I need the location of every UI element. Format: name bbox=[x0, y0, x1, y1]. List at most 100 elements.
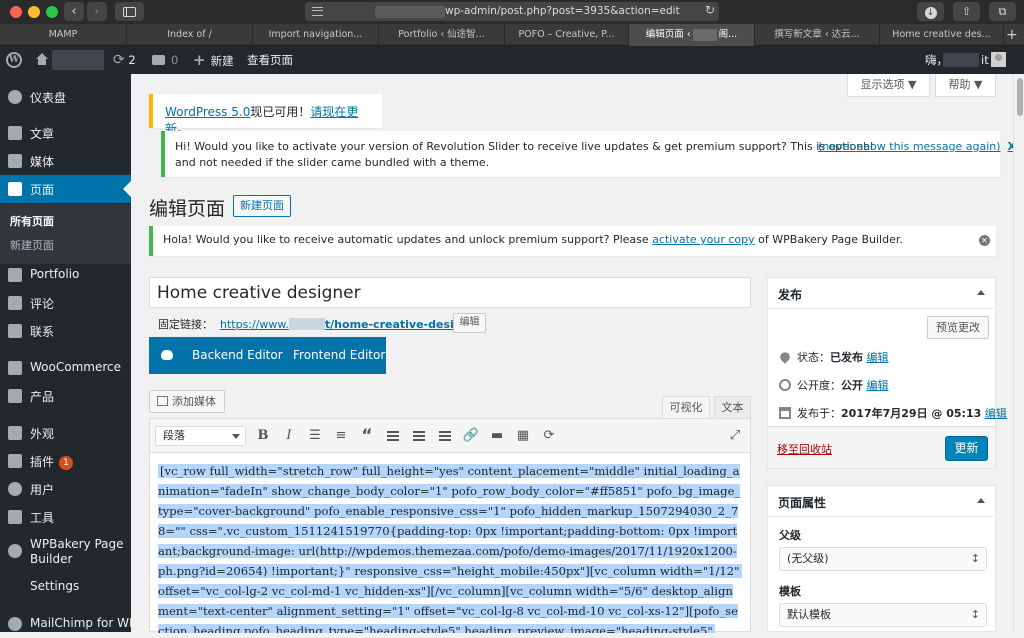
home-icon[interactable] bbox=[36, 53, 48, 66]
bold-icon[interactable]: B bbox=[254, 427, 272, 445]
preview-changes-button[interactable]: 预览更改 bbox=[927, 316, 989, 339]
menu-settings[interactable]: Settings bbox=[0, 573, 131, 601]
browser-tab[interactable]: Index of / bbox=[127, 24, 253, 46]
browser-tab[interactable]: MAMP bbox=[0, 24, 127, 46]
user-icon bbox=[8, 482, 22, 496]
post-title-input[interactable]: Home creative designer bbox=[149, 277, 751, 308]
browser-tab[interactable]: Home creative des... bbox=[880, 24, 1004, 46]
tab-text[interactable]: 文本 bbox=[714, 396, 751, 418]
tabs-icon: ⧉ bbox=[998, 5, 1007, 18]
downloads-button[interactable]: ↓ bbox=[917, 2, 944, 21]
wordpress-logo-icon[interactable]: W bbox=[6, 52, 22, 68]
avatar[interactable] bbox=[991, 52, 1006, 67]
page-icon bbox=[8, 182, 22, 196]
box-icon bbox=[8, 389, 22, 403]
close-window-icon[interactable] bbox=[10, 6, 22, 18]
blockquote-icon[interactable]: “ bbox=[358, 427, 376, 445]
menu-appearance[interactable]: 外观 bbox=[0, 419, 131, 447]
back-button[interactable]: ‹ bbox=[64, 2, 84, 21]
new-tab-button[interactable]: + bbox=[1006, 25, 1018, 45]
reload-icon[interactable]: ↻ bbox=[705, 3, 715, 17]
update-button[interactable]: 更新 bbox=[945, 436, 988, 461]
submenu-all-pages[interactable]: 所有页面 bbox=[10, 213, 54, 229]
comments-link[interactable]: 0 bbox=[152, 46, 178, 74]
permalink-url[interactable]: https://www. t/home-creative-designer/ bbox=[220, 318, 486, 331]
read-more-icon[interactable]: ▬ bbox=[488, 427, 506, 445]
browser-tab[interactable]: POFO – Creative, P... bbox=[505, 24, 629, 46]
menu-comments[interactable]: 评论 bbox=[0, 289, 131, 317]
edit-slug-button[interactable]: 编辑 bbox=[453, 313, 486, 333]
fullscreen-icon[interactable]: ⤢ bbox=[726, 427, 744, 445]
frontend-editor-button[interactable]: Frontend Editor bbox=[293, 348, 385, 362]
address-bar[interactable]: wp-admin/post.php?post=3935&action=edit … bbox=[305, 2, 719, 21]
publish-box-header[interactable]: 发布 bbox=[768, 278, 995, 309]
format-select[interactable]: 段落 bbox=[155, 426, 246, 446]
menu-wpbakery[interactable]: WPBakery Page Builder bbox=[0, 537, 131, 571]
backend-editor-button[interactable]: Backend Editor bbox=[192, 348, 283, 362]
menu-tools[interactable]: 工具 bbox=[0, 503, 131, 531]
revslider-notice: Hi! Would you like to activate your vers… bbox=[161, 131, 1016, 177]
menu-contact[interactable]: 联系 bbox=[0, 317, 131, 345]
edit-status-link[interactable]: 编辑 bbox=[867, 351, 889, 364]
never-show-link[interactable]: (never show this message again) X bbox=[818, 139, 1016, 155]
browser-tab[interactable]: Import navigation... bbox=[253, 24, 379, 46]
submenu-new-page[interactable]: 新建页面 bbox=[10, 237, 54, 253]
template-select[interactable]: 默认模板 bbox=[779, 603, 987, 627]
dismiss-icon[interactable]: ✕ bbox=[979, 235, 990, 246]
minimize-window-icon[interactable] bbox=[28, 6, 40, 18]
numbered-list-icon[interactable]: ≡ bbox=[332, 427, 350, 445]
collapse-icon[interactable] bbox=[977, 498, 985, 503]
add-new-page-button[interactable]: 新建页面 bbox=[233, 195, 291, 217]
scrollbar-thumb[interactable] bbox=[1017, 78, 1023, 116]
sidebar-toggle-button[interactable] bbox=[115, 2, 144, 21]
menu-posts[interactable]: 文章 bbox=[0, 119, 131, 147]
published-date-row: 发布于：2017年7月29日 @ 05:13 编辑 bbox=[779, 405, 1007, 421]
menu-woocommerce[interactable]: WooCommerce bbox=[0, 354, 131, 382]
tab-overview-button[interactable]: ⧉ bbox=[989, 2, 1016, 21]
menu-media[interactable]: 媒体 bbox=[0, 147, 131, 175]
updates-link[interactable]: ⟳ 2 bbox=[113, 46, 136, 74]
link-icon[interactable]: 🔗 bbox=[462, 427, 480, 445]
share-button[interactable]: ⇧ bbox=[953, 2, 980, 21]
redacted-username[interactable] bbox=[943, 53, 979, 67]
shortcode-content[interactable]: [vc_row full_width="stretch_row" full_he… bbox=[158, 464, 742, 633]
page-attributes-header[interactable]: 页面属性 bbox=[768, 486, 995, 517]
bullet-list-icon[interactable]: ☰ bbox=[306, 427, 324, 445]
browser-tab[interactable]: 撰写新文章 ‹ 达云... bbox=[755, 24, 880, 46]
align-center-icon[interactable] bbox=[410, 427, 428, 445]
activate-copy-link[interactable]: activate your copy bbox=[652, 233, 755, 246]
add-media-button[interactable]: 添加媒体 bbox=[149, 390, 225, 413]
align-left-icon[interactable] bbox=[384, 427, 402, 445]
new-content-link[interactable]: + 新建 bbox=[193, 46, 234, 74]
view-page-link[interactable]: 查看页面 bbox=[247, 46, 293, 74]
edit-visibility-link[interactable]: 编辑 bbox=[867, 379, 889, 392]
menu-portfolio[interactable]: Portfolio bbox=[0, 261, 131, 289]
menu-pages[interactable]: 页面 bbox=[0, 175, 131, 203]
zoom-window-icon[interactable] bbox=[46, 6, 58, 18]
rev-slider-icon[interactable]: ⟳ bbox=[540, 427, 558, 445]
browser-tab[interactable]: Portfolio ‹ 仙途智... bbox=[379, 24, 505, 46]
parent-select[interactable]: (无父级) bbox=[779, 547, 987, 571]
menu-plugins[interactable]: 插件 1 bbox=[0, 447, 131, 475]
collapse-icon[interactable] bbox=[977, 290, 985, 295]
move-to-trash-link[interactable]: 移至回收站 bbox=[777, 441, 832, 457]
toolbar-toggle-icon[interactable]: ▦ bbox=[514, 427, 532, 445]
menu-mailchimp[interactable]: MailChimp for WP bbox=[0, 610, 136, 638]
browser-tab-active[interactable]: 编辑页面 ‹ 阁... bbox=[629, 24, 755, 46]
align-right-icon[interactable] bbox=[436, 427, 454, 445]
edit-date-link[interactable]: 编辑 bbox=[985, 407, 1007, 420]
editor-body[interactable]: [vc_row full_width="stretch_row" full_he… bbox=[158, 461, 742, 633]
italic-icon[interactable]: I bbox=[280, 427, 298, 445]
forward-button[interactable]: › bbox=[87, 2, 107, 21]
reader-icon[interactable] bbox=[312, 7, 323, 16]
wordpress-version-link[interactable]: WordPress 5.0 bbox=[165, 105, 250, 119]
menu-dashboard[interactable]: 仪表盘 bbox=[0, 83, 131, 111]
menu-users[interactable]: 用户 bbox=[0, 475, 131, 503]
redacted-site-name[interactable] bbox=[52, 50, 104, 70]
howdy-suffix[interactable]: it bbox=[981, 46, 989, 74]
page-scrollbar[interactable] bbox=[1013, 74, 1024, 632]
screen-options-button[interactable]: 显示选项 ▼ bbox=[847, 74, 930, 97]
help-button[interactable]: 帮助 ▼ bbox=[935, 74, 996, 97]
tab-visual[interactable]: 可视化 bbox=[662, 396, 710, 418]
menu-products[interactable]: 产品 bbox=[0, 382, 131, 410]
